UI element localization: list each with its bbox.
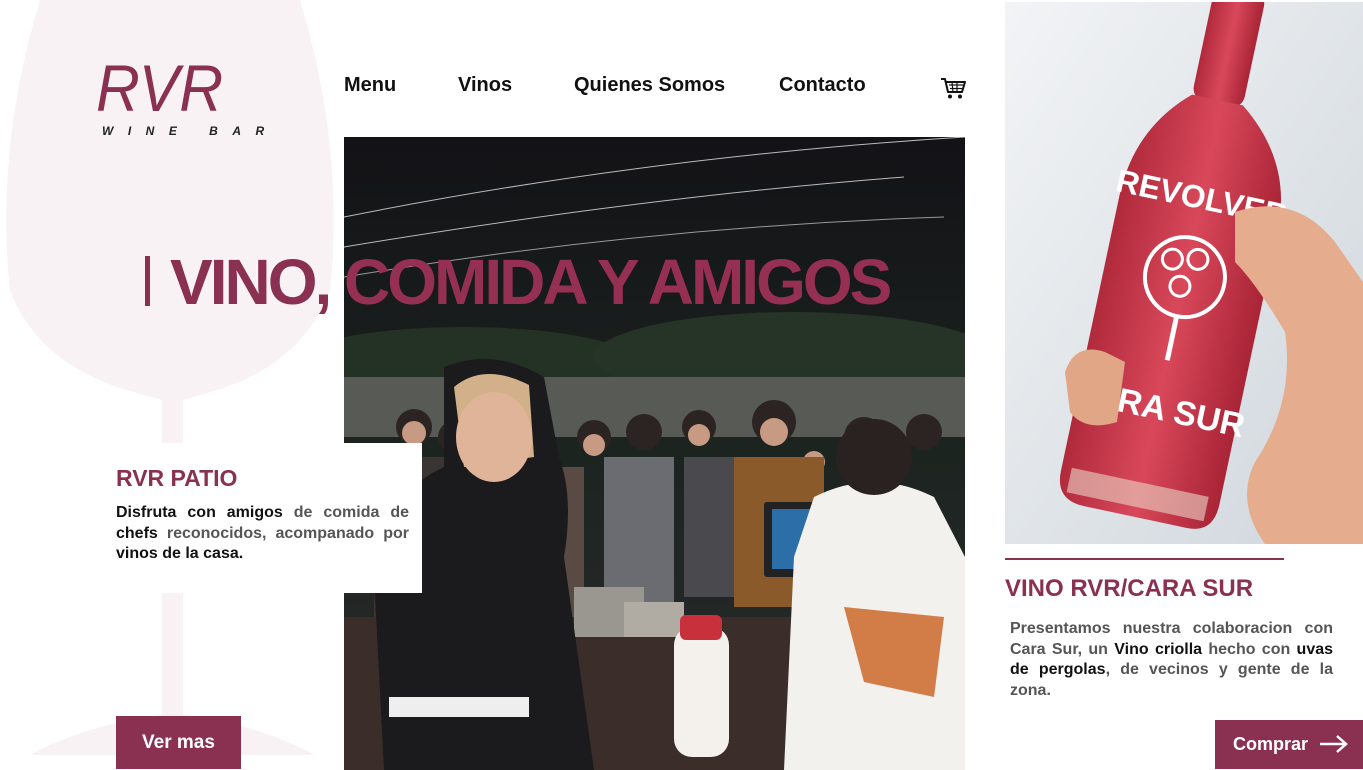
- patio-text-light-1: de comida de: [282, 504, 409, 521]
- hero-title-part-1: VINO,: [170, 246, 332, 318]
- hero-title: VINO, COMIDA Y AMIGOS: [170, 246, 892, 318]
- patio-title: RVR PATIO: [116, 465, 238, 491]
- product-title: VINO RVR/CARA SUR: [1005, 575, 1254, 602]
- brand-logo[interactable]: RVR WINE BAR: [96, 51, 279, 138]
- patio-text-bold-1: Disfruta con amigos: [116, 504, 283, 521]
- patio-card: RVR PATIO Disfruta con amigos de comida …: [96, 443, 422, 593]
- ver-mas-button[interactable]: Ver mas: [116, 716, 241, 769]
- wine-bottle-photo: REVOLVER CARA SUR: [1005, 2, 1363, 544]
- nav-item-vinos[interactable]: Vinos: [458, 74, 512, 97]
- patio-text-bold-2: chefs: [116, 524, 158, 542]
- product-text-bold-1: Vino criolla: [1114, 640, 1203, 658]
- shopping-cart-icon[interactable]: [940, 76, 966, 100]
- logo-subtitle: WINE BAR: [102, 124, 279, 138]
- patio-description: Disfruta con amigos de comida de chefs r…: [116, 503, 409, 565]
- patio-crowd-illustration: [344, 137, 965, 770]
- nav-item-quienes-somos[interactable]: Quienes Somos: [574, 74, 725, 97]
- comprar-button-label: Comprar: [1233, 734, 1309, 754]
- comprar-button[interactable]: Comprar: [1215, 720, 1363, 769]
- nav-item-menu[interactable]: Menu: [344, 74, 396, 97]
- text-cursor-bar: [145, 256, 150, 306]
- product-text-light-2: hecho con: [1202, 640, 1297, 658]
- nav-item-contacto[interactable]: Contacto: [779, 74, 866, 97]
- patio-text-bold-3: vinos de la casa.: [116, 545, 244, 562]
- divider-line: [1005, 558, 1284, 560]
- patio-text-light-2: reconocidos, acompanado por: [157, 524, 409, 542]
- product-description: Presentamos nuestra colaboracion con Car…: [1010, 619, 1333, 701]
- hero-title-part-2: COMIDA Y AMIGOS: [344, 246, 892, 318]
- logo-mark: RVR: [96, 51, 224, 125]
- patio-crowd-photo: [344, 137, 965, 770]
- wine-bottle-illustration: REVOLVER CARA SUR: [1005, 2, 1363, 544]
- arrow-right-icon: [1320, 735, 1348, 753]
